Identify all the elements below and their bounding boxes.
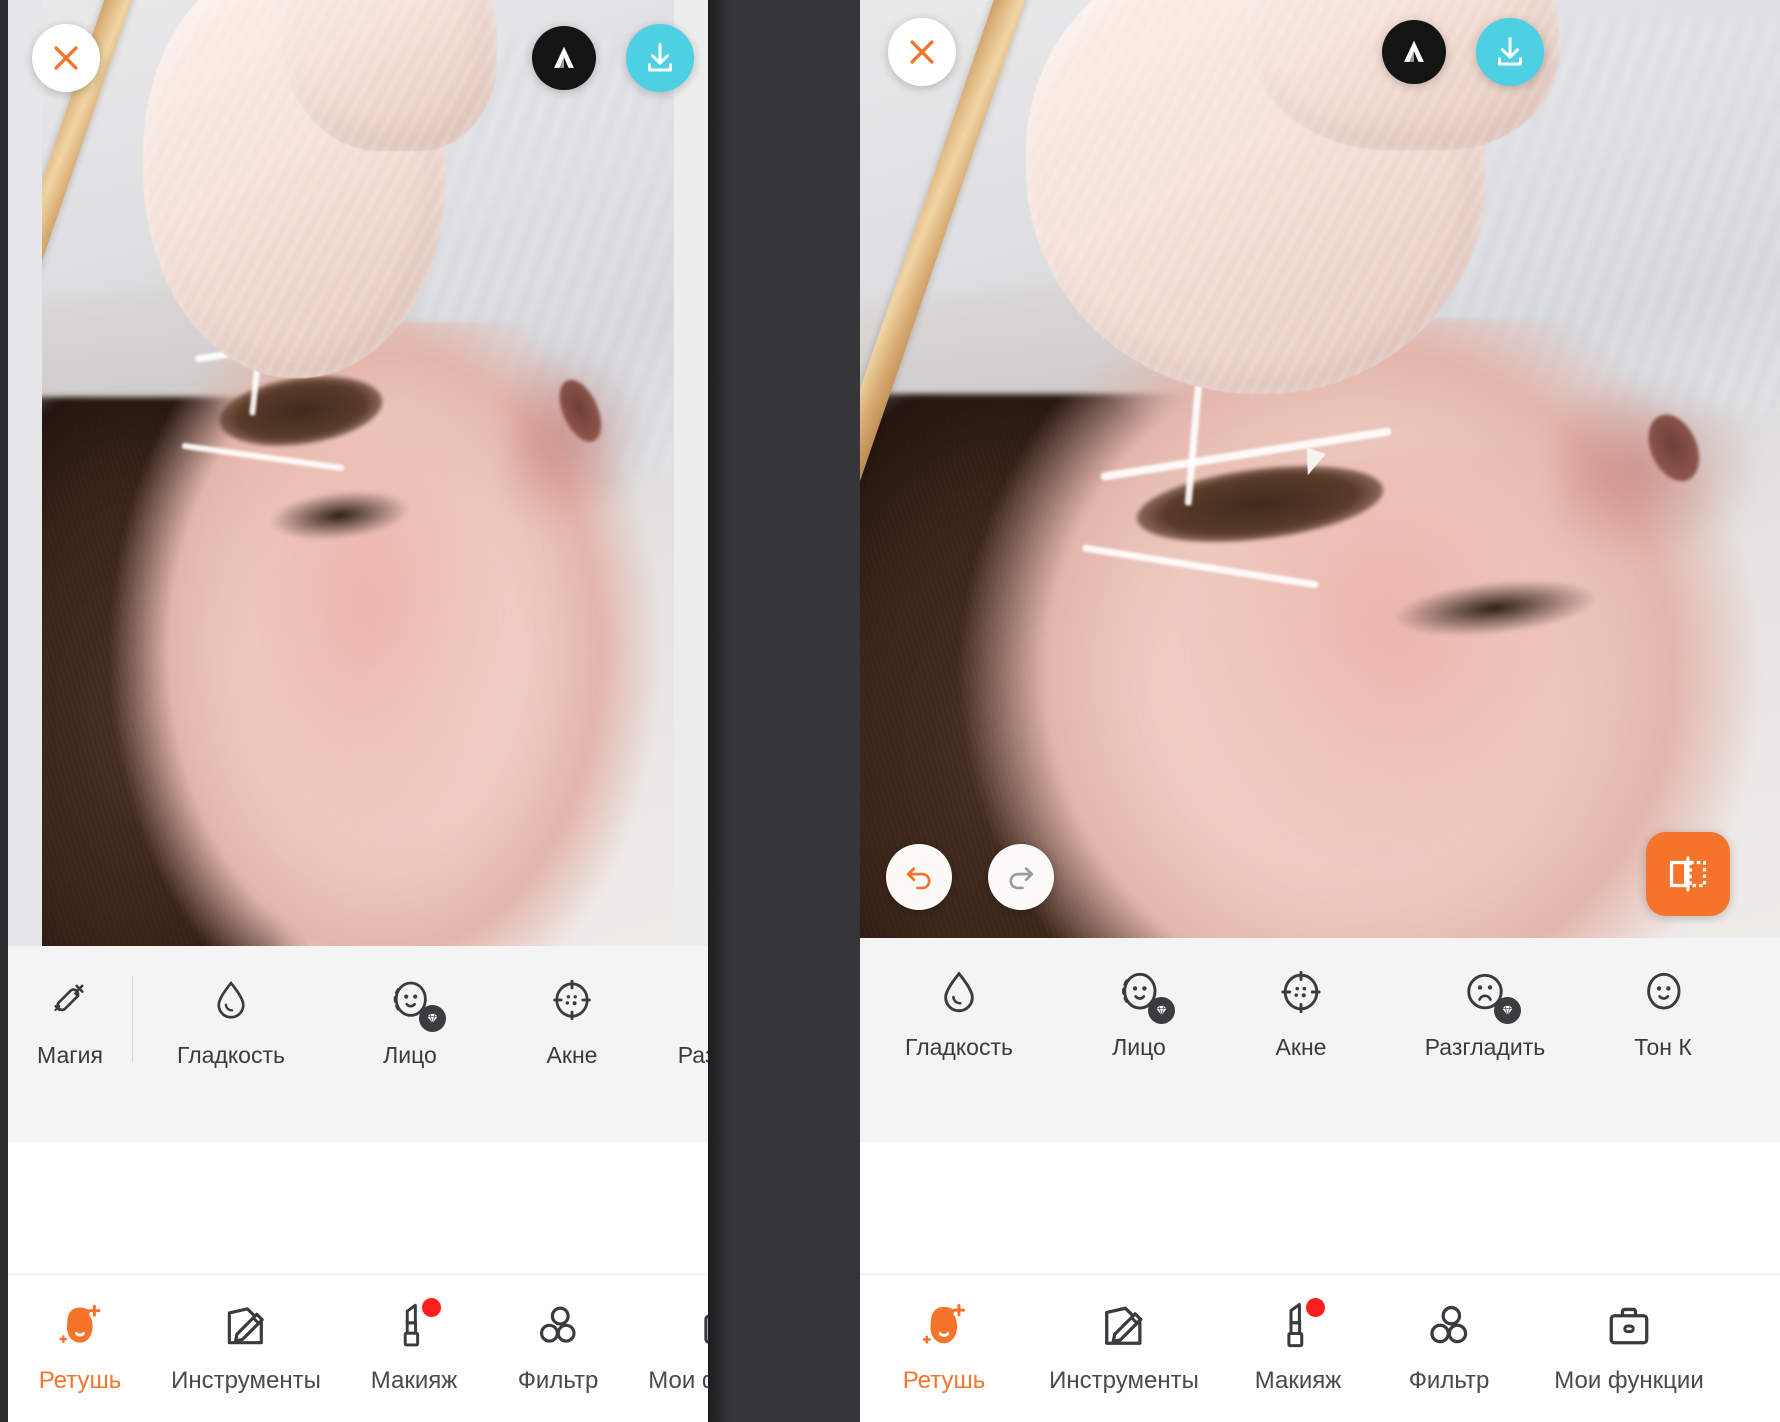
nav-item-my-features[interactable]: Мои функции [1522, 1275, 1736, 1395]
face-wrinkle-icon [1457, 964, 1521, 1024]
lipstick-icon [1269, 1297, 1327, 1355]
tool-smoothness[interactable]: Гладкость [133, 946, 329, 1069]
tool-label: Магия [37, 1042, 103, 1068]
new-badge-dot [422, 1298, 441, 1317]
toolbox-icon [1600, 1297, 1658, 1355]
close-button[interactable] [32, 24, 100, 92]
download-icon [1498, 37, 1522, 66]
face-smile-icon [1635, 964, 1691, 1020]
close-icon [54, 46, 78, 70]
toolbox-icon [694, 1297, 708, 1355]
premium-gem-badge [1494, 997, 1521, 1024]
nav-label: Мои функции [648, 1367, 708, 1394]
canvas-left-margin [8, 0, 42, 946]
nav-label: Ретушь [38, 1367, 122, 1394]
close-icon [910, 40, 934, 64]
filter-circles-icon [1420, 1297, 1478, 1355]
tool-label: Акне [1275, 1034, 1327, 1060]
nav-label: Макияж [370, 1367, 458, 1394]
premium-gem-badge [1148, 997, 1175, 1024]
tool-magic[interactable]: Магия [8, 946, 132, 1069]
gap-shadow [708, 0, 730, 1422]
download-button[interactable] [626, 24, 694, 92]
edited-photo-right [860, 0, 1780, 938]
app-logo-button[interactable] [1382, 20, 1446, 84]
nav-item-filter[interactable]: Фильтр [1376, 1275, 1522, 1395]
undo-button[interactable] [886, 844, 952, 910]
nav-item-retouch[interactable]: Ретушь [860, 1275, 1028, 1395]
face-smile-icon [382, 972, 446, 1032]
tool-label: Лицо [383, 1042, 437, 1068]
new-badge-dot [1306, 1298, 1325, 1317]
download-icon [648, 43, 672, 72]
nav-label: Макияж [1254, 1367, 1342, 1394]
bottom-nav-right[interactable]: Ретушь Инструменты Макияж Фильтр Мои фун… [860, 1274, 1780, 1422]
face-smile-icon [1111, 964, 1175, 1024]
screenshot-stage: Магия Гладкость Лицо Акне Ра Ретушь Инст… [0, 0, 1780, 1422]
redo-arrow-icon [1009, 867, 1034, 890]
lipstick-icon [385, 1297, 443, 1355]
nav-item-makeup[interactable]: Макияж [340, 1275, 488, 1395]
tool-label: Акне [546, 1042, 598, 1068]
nav-label: Мои функции [1554, 1367, 1704, 1394]
magic-wand-icon [42, 972, 98, 1028]
water-drop-icon [203, 972, 259, 1028]
nav-item-makeup[interactable]: Макияж [1220, 1275, 1376, 1395]
airbrush-logo-icon [554, 46, 574, 68]
left-screen-bezel [0, 0, 8, 1422]
retouch-toolstrip-left[interactable]: Магия Гладкость Лицо Акне Ра [8, 946, 708, 1142]
phone-screen-left: Магия Гладкость Лицо Акне Ра Ретушь Инст… [8, 0, 708, 1422]
nav-item-retouch[interactable]: Ретушь [8, 1275, 152, 1395]
screen-gap [708, 0, 860, 1422]
filter-circles-icon [529, 1297, 587, 1355]
undo-arrow-icon [906, 867, 931, 890]
retouch-toolstrip-right[interactable]: Гладкость Лицо Акне Разгладить Тон К [860, 938, 1780, 1142]
airbrush-logo-icon [1404, 40, 1424, 62]
nav-label: Ретушь [902, 1367, 986, 1394]
photo-canvas-right[interactable] [860, 0, 1780, 938]
tool-face[interactable]: Лицо [1058, 938, 1220, 1061]
acne-target-icon [544, 972, 600, 1028]
download-button[interactable] [1476, 18, 1544, 86]
tools-pencil-icon [217, 1297, 275, 1355]
nav-label: Фильтр [1408, 1367, 1490, 1394]
tools-pencil-icon [1095, 1297, 1153, 1355]
canvas-right-margin [674, 0, 708, 946]
tool-label: Гладкость [905, 1034, 1013, 1060]
tool-acne[interactable]: Акне [1220, 938, 1382, 1061]
tool-label: Тон К [1634, 1034, 1692, 1060]
tool-label: Лицо [1112, 1034, 1166, 1060]
tool-label: Разгладить [677, 1042, 708, 1068]
edited-photo-left [42, 0, 674, 946]
retouch-face-icon [915, 1297, 973, 1355]
nav-item-my-features[interactable]: Мои функции [628, 1275, 708, 1395]
close-button[interactable] [888, 18, 956, 86]
tool-label: Гладкость [177, 1042, 285, 1068]
compare-split-icon [1669, 856, 1707, 892]
nav-item-tools[interactable]: Инструменты [152, 1275, 340, 1395]
bottom-nav-left[interactable]: Ретушь Инструменты Макияж Фильтр Мои [8, 1274, 708, 1422]
tool-smoothness[interactable]: Гладкость [860, 938, 1058, 1061]
tool-skin-tone[interactable]: Тон К [1588, 938, 1738, 1061]
premium-gem-badge [419, 1005, 446, 1032]
phone-screen-right: Гладкость Лицо Акне Разгладить Тон К Рет… [860, 0, 1780, 1422]
nav-item-filter[interactable]: Фильтр [488, 1275, 628, 1395]
tool-face[interactable]: Лицо [329, 946, 491, 1069]
nav-label: Инструменты [171, 1367, 321, 1394]
nav-item-tools[interactable]: Инструменты [1028, 1275, 1220, 1395]
nav-label: Инструменты [1049, 1367, 1199, 1394]
app-logo-button[interactable] [532, 26, 596, 90]
redo-button[interactable] [988, 844, 1054, 910]
water-drop-icon [931, 964, 987, 1020]
compare-button[interactable] [1646, 832, 1730, 916]
tool-acne[interactable]: Акне [491, 946, 653, 1069]
tool-smooth-wrinkles[interactable]: Разгладить [653, 946, 708, 1069]
photo-canvas-left[interactable] [8, 0, 708, 946]
tool-label: Разгладить [1424, 1034, 1546, 1060]
retouch-face-icon [51, 1297, 109, 1355]
acne-target-icon [1273, 964, 1329, 1020]
tool-smooth-wrinkles[interactable]: Разгладить [1382, 938, 1588, 1061]
nav-label: Фильтр [517, 1367, 599, 1394]
